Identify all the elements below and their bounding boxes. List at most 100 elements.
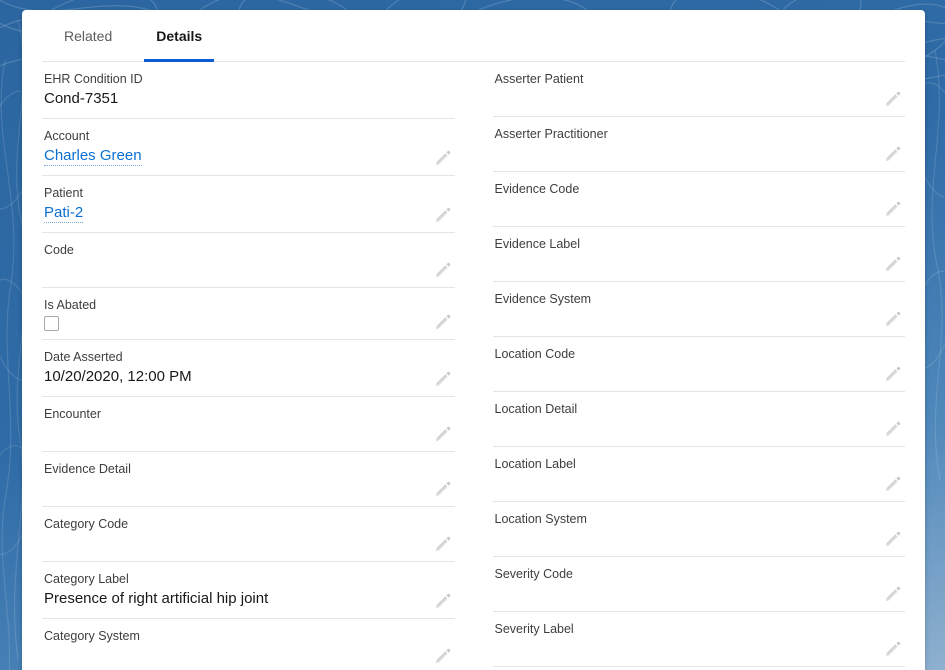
field-label: Evidence System [495,291,872,307]
field-patient[interactable]: Patient Pati-2 [42,176,455,233]
pencil-icon[interactable] [883,474,903,494]
field-label-text: Category System [44,629,140,643]
field-label-text: Account [44,129,90,143]
field-label: Code [44,242,421,258]
field-evidence-label[interactable]: Evidence Label [492,227,905,282]
field-value: 10/20/2020, 12:00 PM [44,368,192,385]
field-location-detail[interactable]: Location Detail [492,392,905,447]
field-label: Asserter Patient [495,71,872,87]
pencil-icon[interactable] [433,424,453,444]
field-evidence-system[interactable]: Evidence System [492,282,905,337]
field-label: Category System [44,628,421,644]
field-severity-code[interactable]: Severity Code [492,557,905,612]
field-value [495,528,872,548]
field-date-asserted[interactable]: Date Asserted 10/20/2020, 12:00 PM [42,340,455,397]
field-value [495,198,872,218]
field-value [495,308,872,328]
field-value [495,418,872,438]
field-asserter-practitioner[interactable]: Asserter Practitioner [492,117,905,172]
pencil-icon[interactable] [433,534,453,554]
field-severity-label[interactable]: Severity Label [492,612,905,667]
field-value [44,478,421,498]
field-encounter[interactable]: Encounter [42,397,455,452]
field-value [495,583,872,603]
pencil-icon[interactable] [433,260,453,280]
field-label: Encounter [44,406,421,422]
field-checkbox[interactable] [44,316,59,331]
field-label: Date Asserted [44,349,421,365]
field-account[interactable]: Account Charles Green [42,119,455,176]
tab-details[interactable]: Details [134,10,224,62]
field-label-text: Category Code [44,517,129,531]
field-ehr-condition-id: EHR Condition ID Cond-7351 [42,62,455,119]
pencil-icon[interactable] [883,144,903,164]
pencil-icon[interactable] [883,199,903,219]
details-field-grid: EHR Condition ID Cond-7351 Account Charles … [22,62,925,670]
field-value [495,363,872,383]
field-value [495,88,872,108]
field-evidence-code[interactable]: Evidence Code [492,172,905,227]
field-category-system[interactable]: Category System [42,619,455,670]
field-value-link[interactable]: Charles Green [44,147,142,166]
pencil-icon[interactable] [883,254,903,274]
pencil-icon[interactable] [433,148,453,168]
field-label: Asserter Practitioner [495,126,872,142]
pencil-icon[interactable] [433,312,453,332]
field-is-abated[interactable]: Is Abated [42,288,455,340]
pencil-icon[interactable] [883,419,903,439]
field-label-text: Location Label [494,457,576,471]
field-label-text: Patient [44,186,83,200]
pencil-icon[interactable] [883,309,903,329]
field-location-system[interactable]: Location System [492,502,905,557]
field-category-label[interactable]: Category Label Presence of right artifici… [42,562,455,619]
field-label-text: Evidence Detail [44,462,131,476]
field-location-label[interactable]: Location Label [492,447,905,502]
field-category-code[interactable]: Category Code [42,507,455,562]
tab-details-label: Details [156,28,203,44]
field-location-code[interactable]: Location Code [492,337,905,392]
field-label: Severity Code [495,566,872,582]
field-label: Evidence Code [495,181,872,197]
field-label: Severity Label [495,621,872,637]
record-detail-card: Related Details EHR Condition ID Cond-735… [22,10,925,670]
field-value [44,423,421,443]
tab-related[interactable]: Related [42,10,134,62]
pencil-icon[interactable] [883,89,903,109]
field-value [495,253,872,273]
pencil-icon[interactable] [433,369,453,389]
tab-bar: Related Details [22,10,925,62]
tab-related-label: Related [64,28,113,44]
field-label: Evidence Label [495,236,872,252]
pencil-icon[interactable] [883,584,903,604]
field-label-text: Category Label [44,572,129,586]
right-field-column: Asserter Patient Asserter Practitioner Evi… [492,62,905,670]
field-value: Presence of right artificial hip joint [44,590,269,607]
field-label-text: Location Code [494,347,576,361]
field-label: Is Abated [44,297,421,313]
field-label-text: Asserter Practitioner [494,127,608,141]
field-label-text: Evidence Code [494,182,580,196]
pencil-icon[interactable] [883,364,903,384]
field-label-text: Location Detail [494,402,578,416]
pencil-icon[interactable] [433,479,453,499]
field-asserter-patient[interactable]: Asserter Patient [492,62,905,117]
field-value: Pati-2 [44,202,421,224]
field-value [44,259,421,279]
field-evidence-detail[interactable]: Evidence Detail [42,452,455,507]
field-label-text: Is Abated [44,298,97,312]
field-value [495,638,872,658]
pencil-icon[interactable] [883,639,903,659]
field-label: Category Label [44,571,421,587]
field-label: EHR Condition ID [44,71,453,87]
field-code[interactable]: Code [42,233,455,288]
field-label-text: Evidence System [494,292,592,306]
pencil-icon[interactable] [883,529,903,549]
field-label: Patient [44,185,421,201]
field-label: Evidence Detail [44,461,421,477]
field-value-link[interactable]: Pati-2 [44,204,84,223]
field-label: Category Code [44,516,421,532]
field-value [495,143,872,163]
pencil-icon[interactable] [433,646,453,666]
pencil-icon[interactable] [433,205,453,225]
pencil-icon[interactable] [433,591,453,611]
